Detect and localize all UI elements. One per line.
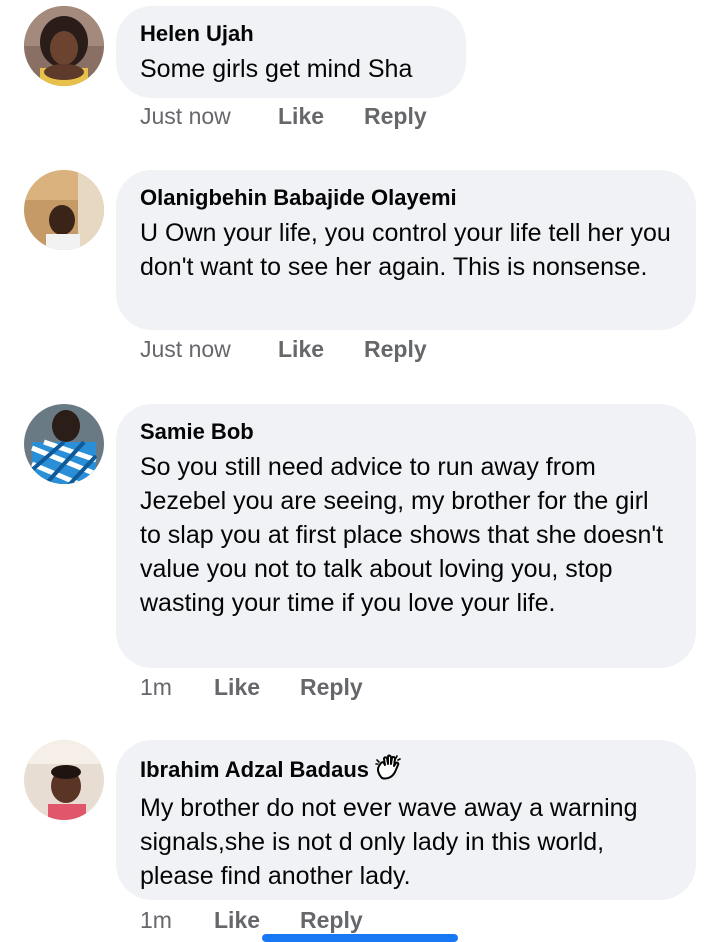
new-comments-indicator[interactable] <box>262 934 458 942</box>
comment-author-name[interactable]: Ibrahim Adzal Badaus <box>140 757 369 782</box>
like-button[interactable]: Like <box>214 672 300 702</box>
comment-actions: 1m Like Reply <box>140 905 363 935</box>
comment-author[interactable]: Ibrahim Adzal Badaus <box>140 754 672 787</box>
comment-bubble[interactable]: Samie Bob So you still need advice to ru… <box>116 404 696 668</box>
like-button[interactable]: Like <box>278 101 364 131</box>
waving-hand-icon <box>375 754 401 787</box>
comment-time[interactable]: Just now <box>140 101 278 131</box>
reply-button[interactable]: Reply <box>300 905 363 935</box>
comment-author[interactable]: Samie Bob <box>140 418 672 446</box>
comment-bubble[interactable]: Helen Ujah Some girls get mind Sha <box>116 6 466 98</box>
reply-button[interactable]: Reply <box>300 672 363 702</box>
avatar[interactable] <box>24 6 104 86</box>
avatar[interactable] <box>24 404 104 484</box>
comment-text: Some girls get mind Sha <box>140 55 413 83</box>
avatar-photo <box>24 170 104 250</box>
reply-button[interactable]: Reply <box>364 334 427 364</box>
avatar-photo <box>24 740 104 820</box>
comment-bubble[interactable]: Olanigbehin Babajide Olayemi U Own your … <box>116 170 696 330</box>
comment-author[interactable]: Helen Ujah <box>140 20 442 48</box>
comment-text: So you still need advice to run away fro… <box>140 453 664 617</box>
comment-actions: Just now Like Reply <box>140 101 427 131</box>
comment-time[interactable]: 1m <box>140 672 214 702</box>
comment-author[interactable]: Olanigbehin Babajide Olayemi <box>140 184 672 212</box>
comment-time[interactable]: 1m <box>140 905 214 935</box>
comment-text: My brother do not ever wave away a warni… <box>140 794 638 890</box>
comment-text: U Own your life, you control your life t… <box>140 219 671 281</box>
avatar[interactable] <box>24 170 104 250</box>
like-button[interactable]: Like <box>214 905 300 935</box>
like-button[interactable]: Like <box>278 334 364 364</box>
reply-button[interactable]: Reply <box>364 101 427 131</box>
comment-actions: Just now Like Reply <box>140 334 427 364</box>
avatar-photo <box>24 6 104 86</box>
avatar-photo <box>24 404 104 484</box>
comment-bubble[interactable]: Ibrahim Adzal Badaus My brother do not e… <box>116 740 696 900</box>
comment-time[interactable]: Just now <box>140 334 278 364</box>
comment-actions: 1m Like Reply <box>140 672 363 702</box>
avatar[interactable] <box>24 740 104 820</box>
